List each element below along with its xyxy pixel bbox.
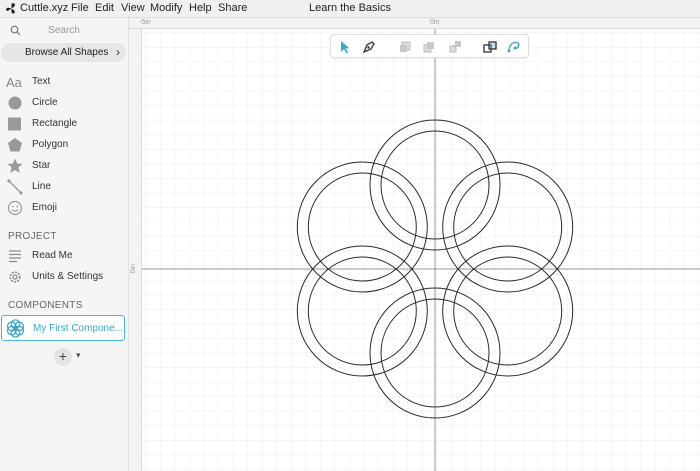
search-icon xyxy=(10,25,21,36)
project-item-units-settings[interactable]: Units & Settings xyxy=(0,267,128,287)
shape-item-emoji[interactable]: Emoji xyxy=(0,198,128,218)
polygon-icon xyxy=(8,138,22,152)
star-icon xyxy=(7,158,23,173)
browse-label: Browse All Shapes xyxy=(25,47,109,58)
circle-icon xyxy=(8,96,22,110)
pen-tool-icon[interactable] xyxy=(361,39,377,55)
search-input[interactable]: Search xyxy=(4,21,124,41)
shape-item-rectangle[interactable]: Rectangle xyxy=(0,114,128,134)
shape-label: Text xyxy=(32,76,51,87)
shape-item-polygon[interactable]: Polygon xyxy=(0,135,128,155)
shape-item-star[interactable]: Star xyxy=(0,156,128,176)
line-icon xyxy=(7,179,23,195)
shape-item-circle[interactable]: Circle xyxy=(0,93,128,113)
rectangle-icon xyxy=(8,117,21,131)
sidebar: Search Browse All Shapes › Aa Text Circl… xyxy=(0,18,129,471)
svg-text:Aa: Aa xyxy=(6,75,23,90)
canvas-toolbar xyxy=(330,34,529,58)
project-item-read-me[interactable]: Read Me xyxy=(0,246,128,266)
ruler-label: 0in xyxy=(430,19,440,26)
bring-front-icon[interactable] xyxy=(447,39,463,55)
document-icon xyxy=(9,250,21,263)
components-section-title: COMPONENTS xyxy=(8,300,83,311)
ruler-left[interactable]: 0in xyxy=(129,29,142,471)
project-item-label: Read Me xyxy=(32,250,73,261)
bring-forward-icon[interactable] xyxy=(421,39,437,55)
component-label: My First Compone... xyxy=(33,323,124,334)
text-icon: Aa xyxy=(6,75,23,90)
ruler-top[interactable]: -5in 0in xyxy=(129,18,700,29)
boolean-icon[interactable] xyxy=(482,39,498,55)
canvas[interactable]: -5in 0in 0in xyxy=(129,18,700,471)
shape-label: Star xyxy=(32,160,51,171)
add-component-row: + ▾ xyxy=(54,348,94,366)
project-item-label: Units & Settings xyxy=(32,271,104,282)
edit-path-icon[interactable] xyxy=(506,39,522,55)
component-item[interactable]: My First Compone... xyxy=(1,315,125,341)
shape-label: Polygon xyxy=(32,139,69,150)
ruler-label: 0in xyxy=(130,264,137,274)
project-section-title: PROJECT xyxy=(8,231,57,242)
document-title[interactable]: Learn the Basics xyxy=(0,2,700,14)
search-placeholder: Search xyxy=(48,25,80,36)
browse-all-shapes-button[interactable]: Browse All Shapes › xyxy=(1,43,126,62)
menu-bar: Cuttle.xyz File Edit View Modify Help Sh… xyxy=(0,0,700,18)
shape-item-text[interactable]: Aa Text xyxy=(0,72,128,92)
chevron-down-icon[interactable]: ▾ xyxy=(76,350,81,361)
flower-icon xyxy=(6,319,25,338)
ruler-label: -5in xyxy=(139,19,151,26)
emoji-icon xyxy=(7,200,23,216)
shape-label: Emoji xyxy=(32,202,58,213)
add-component-button[interactable]: + xyxy=(54,348,72,366)
gear-icon xyxy=(9,271,21,283)
shape-label: Line xyxy=(32,181,51,192)
bring-back-icon[interactable] xyxy=(397,39,413,55)
chevron-right-icon: › xyxy=(116,45,120,59)
shape-label: Circle xyxy=(32,97,58,108)
shape-item-line[interactable]: Line xyxy=(0,177,128,197)
shape-label: Rectangle xyxy=(32,118,78,129)
pointer-tool-icon[interactable] xyxy=(337,39,353,55)
flower-design[interactable] xyxy=(129,18,700,471)
